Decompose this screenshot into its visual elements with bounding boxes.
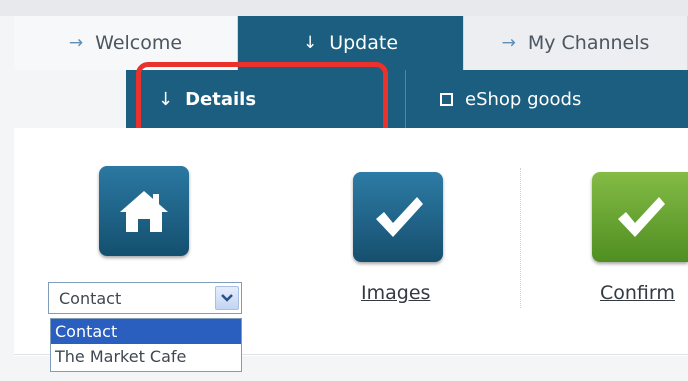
dropdown-toggle-button[interactable] [215, 286, 239, 310]
subtab-eshop-goods[interactable]: eShop goods [406, 70, 581, 128]
dropdown-options-list: Contact The Market Cafe [50, 318, 242, 372]
images-tile[interactable] [353, 172, 443, 262]
checkmark-icon [376, 197, 423, 237]
confirm-link[interactable]: Confirm [600, 282, 675, 304]
dropdown-option-contact[interactable]: Contact [51, 319, 241, 344]
top-strip [0, 0, 688, 16]
home-icon [120, 191, 168, 232]
subtab-eshop-goods-label: eShop goods [465, 88, 582, 110]
tab-update-label: Update [329, 32, 399, 54]
tab-my-channels-label: My Channels [527, 32, 650, 54]
arrow-right-icon: → [68, 33, 84, 53]
dropdown-selected-value: Contact [59, 288, 122, 308]
contact-dropdown[interactable]: Contact [48, 282, 242, 314]
arrow-down-icon: ↓ [302, 33, 318, 53]
dropdown-option-market-cafe[interactable]: The Market Cafe [51, 344, 241, 369]
confirm-tile[interactable] [592, 172, 688, 262]
checkbox-square-icon [440, 92, 453, 106]
tab-welcome-label: Welcome [95, 32, 183, 54]
tab-my-channels[interactable]: → My Channels [464, 16, 688, 70]
chevron-down-icon [221, 294, 233, 302]
details-highlight-annotation [136, 62, 388, 138]
arrow-right-icon: → [501, 33, 516, 53]
checkmark-icon [618, 197, 665, 237]
column-divider [520, 168, 521, 308]
images-link[interactable]: Images [361, 282, 430, 304]
home-tile[interactable] [99, 166, 189, 256]
